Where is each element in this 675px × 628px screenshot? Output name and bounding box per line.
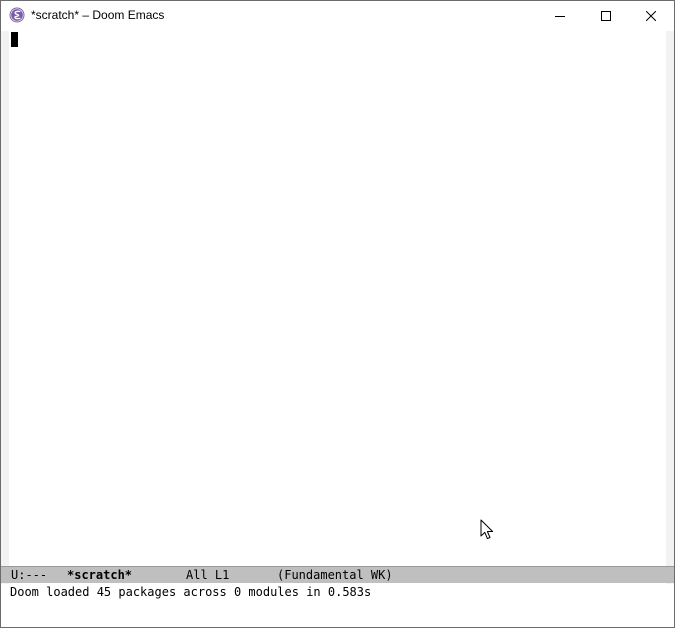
minimize-button[interactable] [537,1,583,31]
right-fringe [666,31,674,597]
text-cursor [11,32,18,47]
window-title: *scratch* – Doom Emacs [31,8,165,22]
emacs-window: *scratch* – Doom Emacs U:--- *scratch* A… [0,0,675,628]
maximize-icon [601,11,611,21]
mode-line-position: All L1 [186,568,230,582]
mode-line[interactable]: U:--- *scratch* All L1 (Fundamental WK) [1,566,674,583]
mode-line-buffer-name[interactable]: *scratch* [67,567,132,583]
mode-line-status: U:--- [11,568,48,582]
mode-line-major-mode[interactable]: (Fundamental WK) [277,567,393,583]
echo-area[interactable]: Doom loaded 45 packages across 0 modules… [1,584,674,602]
buffer-text-area[interactable] [9,31,666,597]
mouse-pointer-icon [480,519,494,540]
close-icon [646,11,656,21]
left-fringe [1,31,9,597]
title-bar[interactable]: *scratch* – Doom Emacs [1,1,674,31]
echo-message: Doom loaded 45 packages across 0 modules… [10,585,372,599]
emacs-frame [1,31,674,597]
minimize-icon [555,16,565,17]
emacs-icon [9,7,25,23]
maximize-button[interactable] [583,1,629,31]
close-button[interactable] [628,1,674,31]
